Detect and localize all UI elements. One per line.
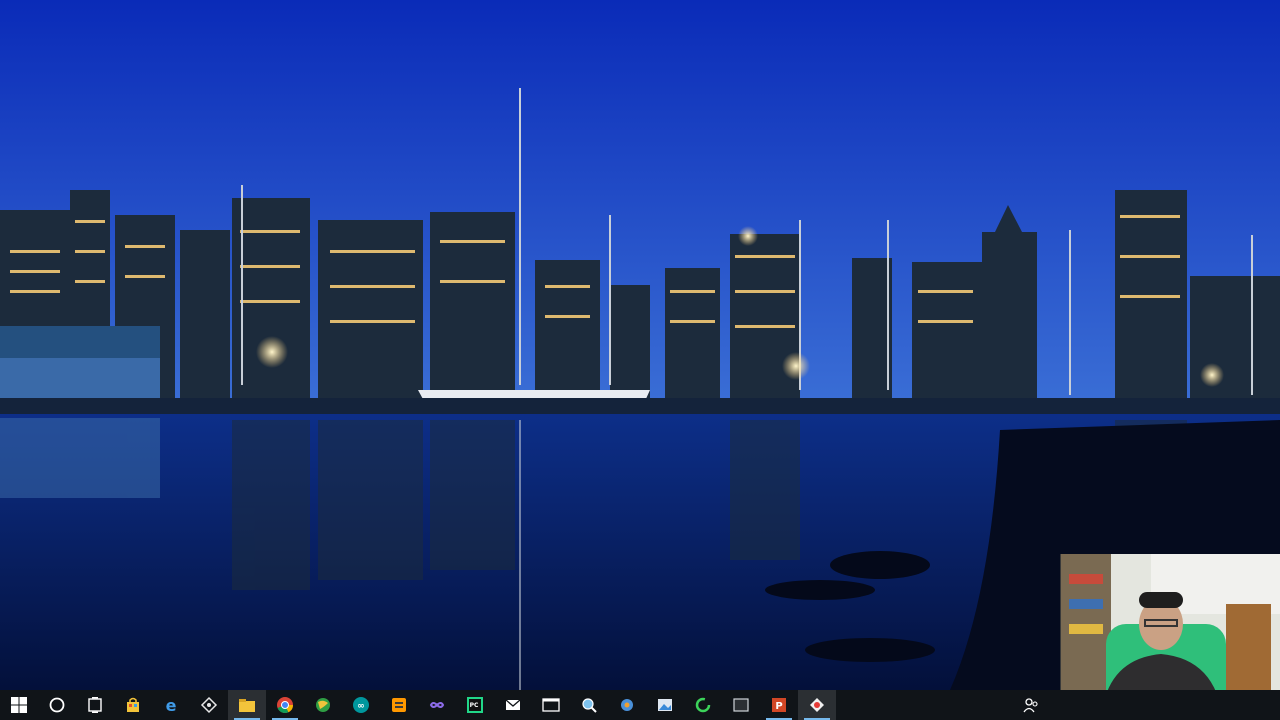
taskbar-app-edge[interactable]: e bbox=[152, 690, 190, 720]
gear-app-icon bbox=[621, 699, 633, 711]
terminal-icon bbox=[542, 698, 560, 712]
arduino-icon: ∞ bbox=[353, 697, 369, 713]
taskbar-app-sublime[interactable] bbox=[380, 690, 418, 720]
search-circle-icon bbox=[49, 697, 65, 713]
svg-text:P: P bbox=[775, 701, 782, 712]
sublime-text-icon bbox=[392, 698, 406, 712]
chrome-browser-icon bbox=[277, 697, 293, 713]
taskbar-app-ring[interactable] bbox=[684, 690, 722, 720]
start-button[interactable] bbox=[0, 690, 38, 720]
desktop: e ∞ PC P bbox=[0, 0, 1280, 720]
taskbar-app-terminal[interactable] bbox=[532, 690, 570, 720]
svg-text:PC: PC bbox=[470, 702, 479, 709]
taskbar-app-snipping[interactable] bbox=[190, 690, 228, 720]
store-bag-icon bbox=[127, 697, 139, 712]
people-icon bbox=[1023, 698, 1038, 713]
taskbar-app-magnifier[interactable] bbox=[570, 690, 608, 720]
powerpoint-icon: P bbox=[772, 698, 786, 712]
taskbar-app-mail[interactable] bbox=[494, 690, 532, 720]
search-button[interactable] bbox=[38, 690, 76, 720]
taskbar-app-pycharm[interactable]: PC bbox=[456, 690, 494, 720]
green-ring-icon bbox=[695, 697, 711, 713]
edge-browser-icon: e bbox=[166, 696, 177, 714]
pycharm-icon: PC bbox=[467, 697, 483, 713]
file-explorer-icon bbox=[239, 699, 255, 712]
magnifier-app-icon bbox=[582, 698, 597, 713]
snipping-tool-icon bbox=[200, 696, 218, 714]
system-tray bbox=[1012, 690, 1050, 720]
taskbar-app-globe[interactable] bbox=[304, 690, 342, 720]
svg-text:e: e bbox=[166, 696, 177, 714]
taskbar-app-recorder[interactable] bbox=[798, 690, 836, 720]
taskbar-app-chrome[interactable] bbox=[266, 690, 304, 720]
svg-text:∞: ∞ bbox=[357, 702, 365, 712]
infinity-app-icon bbox=[429, 702, 445, 708]
people-button[interactable] bbox=[1012, 690, 1050, 720]
taskbar-app-gear[interactable] bbox=[608, 690, 646, 720]
taskbar-app-pictures[interactable] bbox=[646, 690, 684, 720]
task-view-icon bbox=[88, 697, 102, 713]
taskbar: e ∞ PC P bbox=[0, 690, 1280, 720]
mail-icon bbox=[505, 699, 521, 710]
picture-app-icon bbox=[658, 699, 672, 711]
windows-start-icon bbox=[11, 697, 27, 713]
taskbar-app-powerpoint[interactable]: P bbox=[760, 690, 798, 720]
recorder-app-icon bbox=[810, 698, 824, 712]
taskbar-app-file-explorer[interactable] bbox=[228, 690, 266, 720]
taskbar-app-store[interactable] bbox=[114, 690, 152, 720]
window-app-icon bbox=[733, 698, 749, 712]
taskbar-app-infinity[interactable] bbox=[418, 690, 456, 720]
taskbar-app-arduino[interactable]: ∞ bbox=[342, 690, 380, 720]
globe-app-icon bbox=[316, 698, 330, 712]
task-view-button[interactable] bbox=[76, 690, 114, 720]
taskbar-app-window[interactable] bbox=[722, 690, 760, 720]
